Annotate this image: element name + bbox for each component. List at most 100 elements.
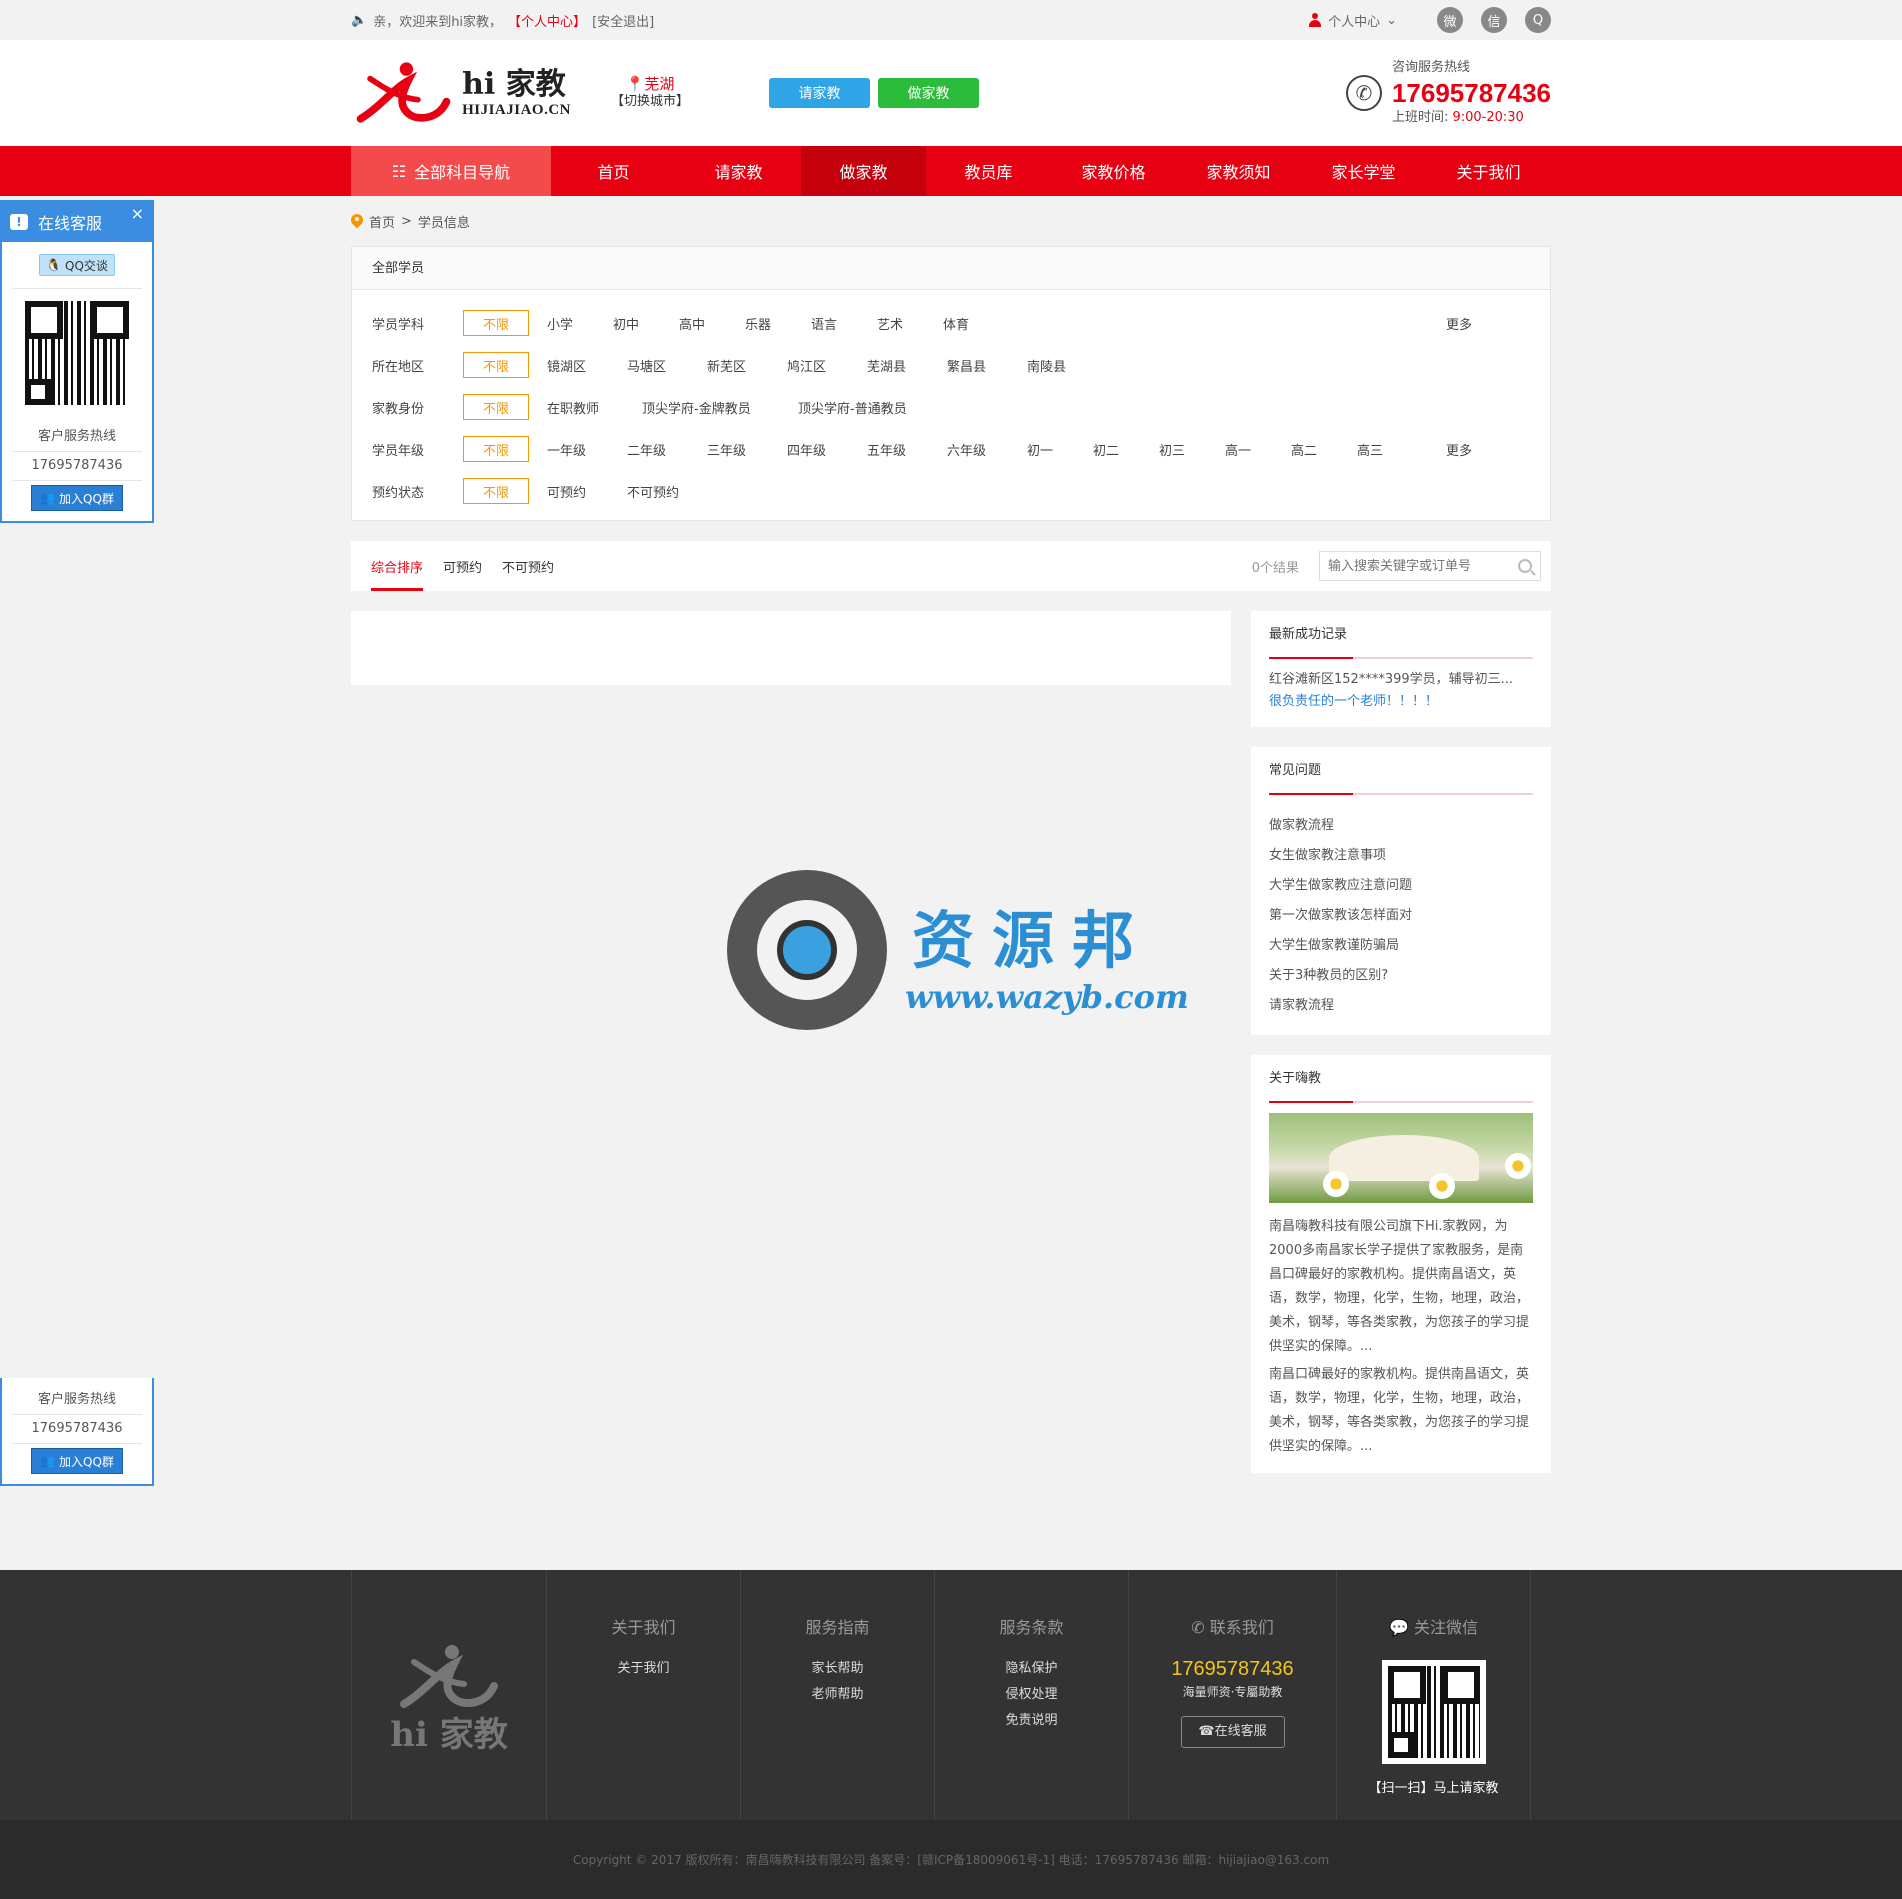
footer-link[interactable]: 免责说明: [935, 1708, 1128, 1734]
filter-option[interactable]: 可预约: [547, 482, 627, 501]
nav-item-notice[interactable]: 家教须知: [1176, 146, 1301, 196]
filter-option[interactable]: 小学: [547, 314, 613, 333]
filter-option[interactable]: 五年级: [867, 440, 947, 459]
filter-option-unlimited[interactable]: 不限: [463, 478, 529, 504]
user-center-link[interactable]: 【个人中心】: [508, 11, 586, 30]
user-menu[interactable]: 个人中心 ⌄: [1308, 11, 1397, 30]
recent-records-title: 最新成功记录: [1269, 611, 1533, 659]
logout-link[interactable]: [安全退出]: [592, 11, 654, 30]
breadcrumb-home[interactable]: 首页: [369, 212, 395, 231]
filter-option[interactable]: 顶尖学府-金牌教员: [642, 398, 798, 417]
filter-option[interactable]: 繁昌县: [947, 356, 1027, 375]
nav-item-prices[interactable]: 家教价格: [1051, 146, 1176, 196]
wechat-icon: 💬: [1388, 1618, 1409, 1637]
filter-option[interactable]: 马塘区: [627, 356, 707, 375]
weibo-icon[interactable]: 微: [1437, 7, 1463, 33]
nav-item-about[interactable]: 关于我们: [1426, 146, 1551, 196]
welcome-area: 🔈 亲，欢迎来到hi家教， 【个人中心】 [安全退出]: [351, 11, 654, 30]
nav-item-parents[interactable]: 家长学堂: [1301, 146, 1426, 196]
faq-item[interactable]: 第一次做家教该怎样面对: [1269, 901, 1533, 931]
filter-option[interactable]: 六年级: [947, 440, 1027, 459]
filter-more-link[interactable]: 更多: [1446, 440, 1472, 459]
filter-option-unlimited[interactable]: 不限: [463, 436, 529, 462]
faq-item[interactable]: 大学生做家教谨防骗局: [1269, 931, 1533, 961]
filter-option[interactable]: 体育: [943, 314, 1009, 333]
nav-item-teachers[interactable]: 教员库: [926, 146, 1051, 196]
close-icon[interactable]: ×: [131, 204, 144, 223]
filter-option[interactable]: 初一: [1027, 440, 1093, 459]
faq-item[interactable]: 做家教流程: [1269, 811, 1533, 841]
filter-option[interactable]: 南陵县: [1027, 356, 1107, 375]
filter-option[interactable]: 高三: [1357, 440, 1423, 459]
filter-option[interactable]: 二年级: [627, 440, 707, 459]
chevron-down-icon: ⌄: [1386, 12, 1397, 28]
filter-option[interactable]: 顶尖学府-普通教员: [798, 398, 954, 417]
filter-option[interactable]: 鸠江区: [787, 356, 867, 375]
switch-city-link[interactable]: 【切换城市】: [611, 93, 689, 111]
footer-link[interactable]: 隐私保护: [935, 1656, 1128, 1682]
filter-option[interactable]: 高一: [1225, 440, 1291, 459]
footer-link[interactable]: 侵权处理: [935, 1682, 1128, 1708]
filter-option[interactable]: 四年级: [787, 440, 867, 459]
nav-item-home[interactable]: 首页: [551, 146, 676, 196]
become-tutor-button[interactable]: 做家教: [878, 78, 980, 108]
search-icon[interactable]: [1518, 559, 1532, 573]
student-list: [351, 611, 1231, 685]
user-icon: [1308, 13, 1322, 27]
filter-option-unlimited[interactable]: 不限: [463, 394, 529, 420]
footer: hi 家教 关于我们 关于我们 服务指南 家长帮助 老师帮助 服务条款 隐私保护…: [0, 1570, 1902, 1820]
filter-option[interactable]: 艺术: [877, 314, 943, 333]
header: hi 家教 HIJIAJIAO.CN 📍芜湖 【切换城市】 请家教 做家教 ✆ …: [0, 40, 1902, 146]
wechat-caption: 【扫一扫】马上请家教: [1368, 1781, 1499, 1796]
faq-item[interactable]: 关于3种教员的区别?: [1269, 961, 1533, 991]
filter-option[interactable]: 高二: [1291, 440, 1357, 459]
nav-item-teach[interactable]: 做家教: [801, 146, 926, 196]
qq-icon[interactable]: Q: [1525, 7, 1551, 33]
faq-item[interactable]: 请家教流程: [1269, 991, 1533, 1021]
request-tutor-button[interactable]: 请家教: [769, 78, 871, 108]
filter-option[interactable]: 初二: [1093, 440, 1159, 459]
filter-option-unlimited[interactable]: 不限: [463, 352, 529, 378]
join-qq-group-button[interactable]: 👥 加入QQ群: [31, 1448, 123, 1474]
filter-option[interactable]: 一年级: [547, 440, 627, 459]
hours-value: 9:00-20:30: [1452, 110, 1524, 125]
filter-option[interactable]: 不可预约: [627, 482, 707, 501]
footer-online-service-button[interactable]: ☎ 在线客服: [1180, 1716, 1285, 1748]
chat-bubble-icon: !: [10, 214, 28, 230]
search-input[interactable]: [1328, 558, 1518, 574]
footer-logo-text: hi 家教: [390, 1715, 508, 1755]
filter-option[interactable]: 芜湖县: [867, 356, 947, 375]
filter-option[interactable]: 镜湖区: [547, 356, 627, 375]
all-subjects-menu[interactable]: ☷ 全部科目导航: [351, 146, 551, 196]
filter-option[interactable]: 初三: [1159, 440, 1225, 459]
site-logo[interactable]: hi 家教 HIJIAJIAO.CN: [351, 53, 571, 133]
tab-unavailable[interactable]: 不可预约: [502, 541, 554, 591]
filter-option[interactable]: 在职教师: [547, 398, 642, 417]
tab-default-sort[interactable]: 综合排序: [371, 541, 424, 591]
footer-link[interactable]: 家长帮助: [741, 1656, 934, 1682]
welcome-text: 亲，欢迎来到hi家教，: [373, 14, 503, 30]
filter-option[interactable]: 语言: [811, 314, 877, 333]
nav-item-request[interactable]: 请家教: [676, 146, 801, 196]
hours-label: 上班时间:: [1391, 110, 1449, 125]
qq-chat-button[interactable]: 🐧 QQ交谈: [39, 254, 115, 276]
filter-option[interactable]: 初中: [613, 314, 679, 333]
filter-option[interactable]: 新芜区: [707, 356, 787, 375]
filter-option[interactable]: 三年级: [707, 440, 787, 459]
footer-link[interactable]: 关于我们: [547, 1656, 740, 1682]
city-selector[interactable]: 📍芜湖 【切换城市】: [611, 75, 689, 111]
about-paragraph: 南昌口碑最好的家教机构。提供南昌语文，英语，数学，物理，化学，生物，地理，政治，…: [1269, 1367, 1530, 1454]
filter-more-link[interactable]: 更多: [1446, 314, 1472, 333]
footer-link[interactable]: 老师帮助: [741, 1682, 934, 1708]
faq-item[interactable]: 女生做家教注意事项: [1269, 841, 1533, 871]
filter-option[interactable]: 乐器: [745, 314, 811, 333]
faq-item[interactable]: 大学生做家教应注意问题: [1269, 871, 1533, 901]
filter-option[interactable]: 高中: [679, 314, 745, 333]
filter-option-unlimited[interactable]: 不限: [463, 310, 529, 336]
tab-available[interactable]: 可预约: [443, 541, 482, 591]
recent-record-text[interactable]: 红谷滩新区152****399学员，辅导初三...: [1269, 669, 1533, 691]
watermark: 资源邦 www.wazyb.com: [727, 870, 1189, 1030]
logo-text-cn: hi 家教: [462, 66, 566, 102]
join-qq-group-button[interactable]: 👥 加入QQ群: [31, 485, 123, 511]
wechat-icon[interactable]: 信: [1481, 7, 1507, 33]
